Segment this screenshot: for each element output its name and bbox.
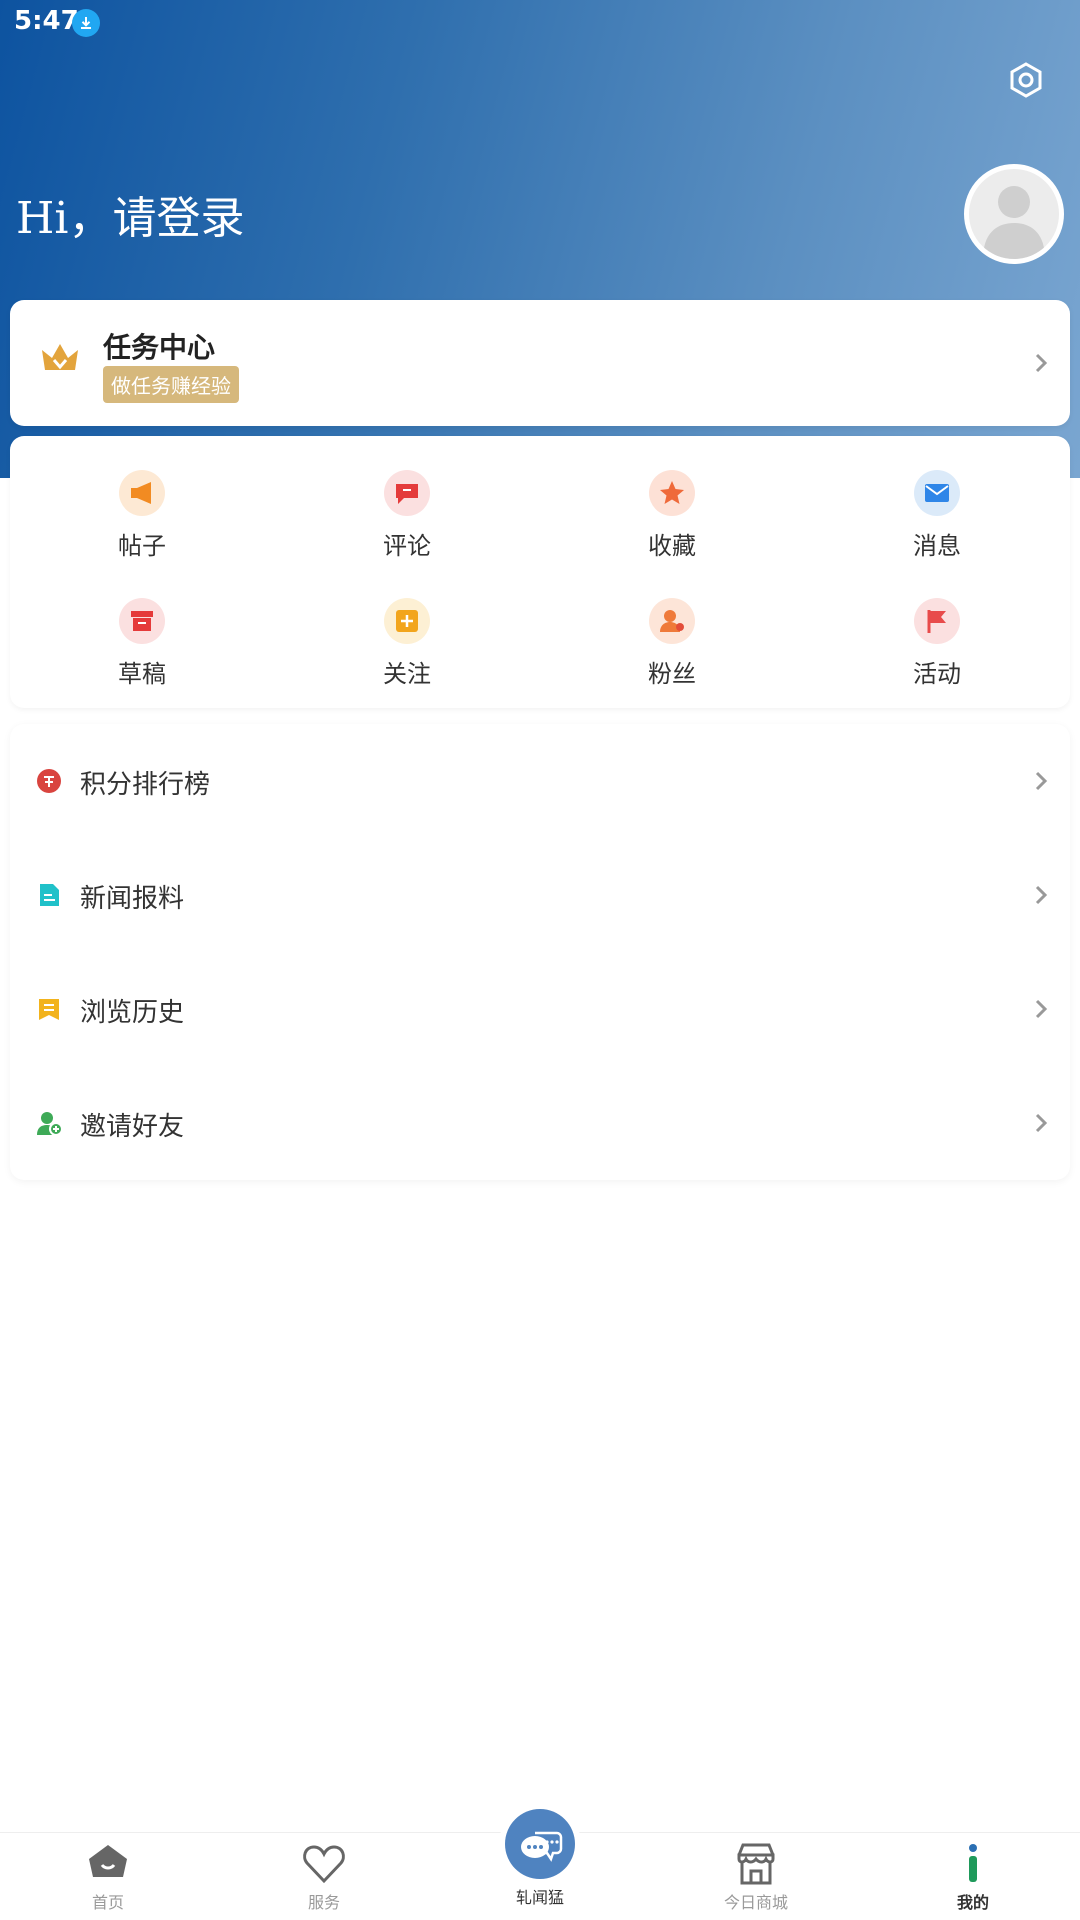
- document-icon: [36, 882, 62, 908]
- grid-item-favorites[interactable]: 收藏: [582, 470, 762, 580]
- archive-icon: [119, 598, 165, 644]
- task-center-title: 任务中心: [103, 331, 216, 364]
- status-bar: 5:47: [0, 0, 1080, 44]
- download-icon: [72, 9, 100, 37]
- list-label-browse-history: 浏览历史: [80, 998, 185, 1028]
- nav-item-services[interactable]: 服务: [254, 1841, 394, 1915]
- nav-label-mine: 我的: [956, 1893, 989, 1912]
- chevron-right-icon: [1030, 770, 1052, 792]
- grid-label-drafts: 草稿: [118, 660, 166, 688]
- crown-icon: [38, 336, 82, 380]
- plus-icon: [384, 598, 430, 644]
- grid-label-comments: 评论: [383, 532, 431, 560]
- list-label-news-tips: 新闻报料: [80, 884, 185, 914]
- login-greeting[interactable]: Hi，请登录: [16, 182, 244, 246]
- grid-item-fans[interactable]: 粉丝: [582, 598, 762, 708]
- history-icon: [36, 996, 62, 1022]
- list-item-invite-friends[interactable]: 邀请好友: [10, 1066, 1070, 1180]
- nav-item-home[interactable]: 首页: [38, 1841, 178, 1915]
- avatar-icon: [983, 186, 1045, 259]
- grid-label-following: 关注: [383, 660, 431, 688]
- nav-item-store[interactable]: 今日商城: [686, 1841, 826, 1915]
- task-center-badge: 做任务赚经验: [103, 366, 239, 403]
- chat-bubble-icon: [521, 1831, 563, 1862]
- grid-item-messages[interactable]: 消息: [847, 470, 1027, 580]
- nav-label-store: 今日商城: [723, 1893, 788, 1912]
- list-item-browse-history[interactable]: 浏览历史: [10, 952, 1070, 1066]
- feature-grid: 帖子 评论 收藏 消息 草稿 关注 粉丝 活动: [10, 436, 1070, 708]
- chevron-right-icon: [1030, 884, 1052, 906]
- list-label-points-leaderboard: 积分排行榜: [80, 770, 211, 800]
- heart-icon: [301, 1841, 347, 1887]
- center-chat-label: 轧闻猛: [515, 1888, 564, 1907]
- status-time: 5:47: [14, 6, 79, 36]
- megaphone-icon: [119, 470, 165, 516]
- comment-icon: [384, 470, 430, 516]
- chevron-right-icon: [1030, 998, 1052, 1020]
- menu-list: 积分排行榜 新闻报料 浏览历史 邀请好友: [10, 724, 1070, 1180]
- grid-label-activities: 活动: [913, 660, 961, 688]
- grid-label-posts: 帖子: [118, 532, 166, 560]
- list-label-invite-friends: 邀请好友: [80, 1112, 185, 1142]
- grid-item-comments[interactable]: 评论: [317, 470, 497, 580]
- list-item-news-tips[interactable]: 新闻报料: [10, 838, 1070, 952]
- nav-label-home: 首页: [91, 1893, 124, 1912]
- grid-item-following[interactable]: 关注: [317, 598, 497, 708]
- invite-friend-icon: [36, 1110, 63, 1136]
- profile-icon: [950, 1841, 996, 1887]
- grid-item-posts[interactable]: 帖子: [52, 470, 232, 580]
- center-chat-button[interactable]: [505, 1809, 575, 1879]
- chevron-right-icon: [1030, 1112, 1052, 1134]
- fan-icon: [649, 598, 695, 644]
- grid-item-drafts[interactable]: 草稿: [52, 598, 232, 708]
- profile-page: 5:47 Hi，请登录 任务中心 做任务赚经验 帖子 评论 收藏 消息 草稿 关…: [0, 0, 1080, 1920]
- task-center-card[interactable]: 任务中心 做任务赚经验: [10, 300, 1070, 426]
- grid-label-fans: 粉丝: [648, 660, 696, 688]
- list-item-points-leaderboard[interactable]: 积分排行榜: [10, 724, 1070, 838]
- flag-icon: [914, 598, 960, 644]
- chevron-right-icon: [1030, 352, 1052, 374]
- avatar[interactable]: [964, 164, 1064, 264]
- star-icon: [649, 470, 695, 516]
- grid-label-messages: 消息: [913, 532, 961, 560]
- grid-label-favorites: 收藏: [648, 532, 696, 560]
- grid-item-activities[interactable]: 活动: [847, 598, 1027, 708]
- mail-icon: [914, 470, 960, 516]
- nav-item-mine[interactable]: 我的: [903, 1841, 1043, 1915]
- store-icon: [733, 1841, 779, 1887]
- points-icon: [36, 768, 62, 794]
- nav-label-services: 服务: [307, 1893, 340, 1912]
- home-icon: [85, 1841, 131, 1887]
- gear-icon[interactable]: [1006, 60, 1046, 100]
